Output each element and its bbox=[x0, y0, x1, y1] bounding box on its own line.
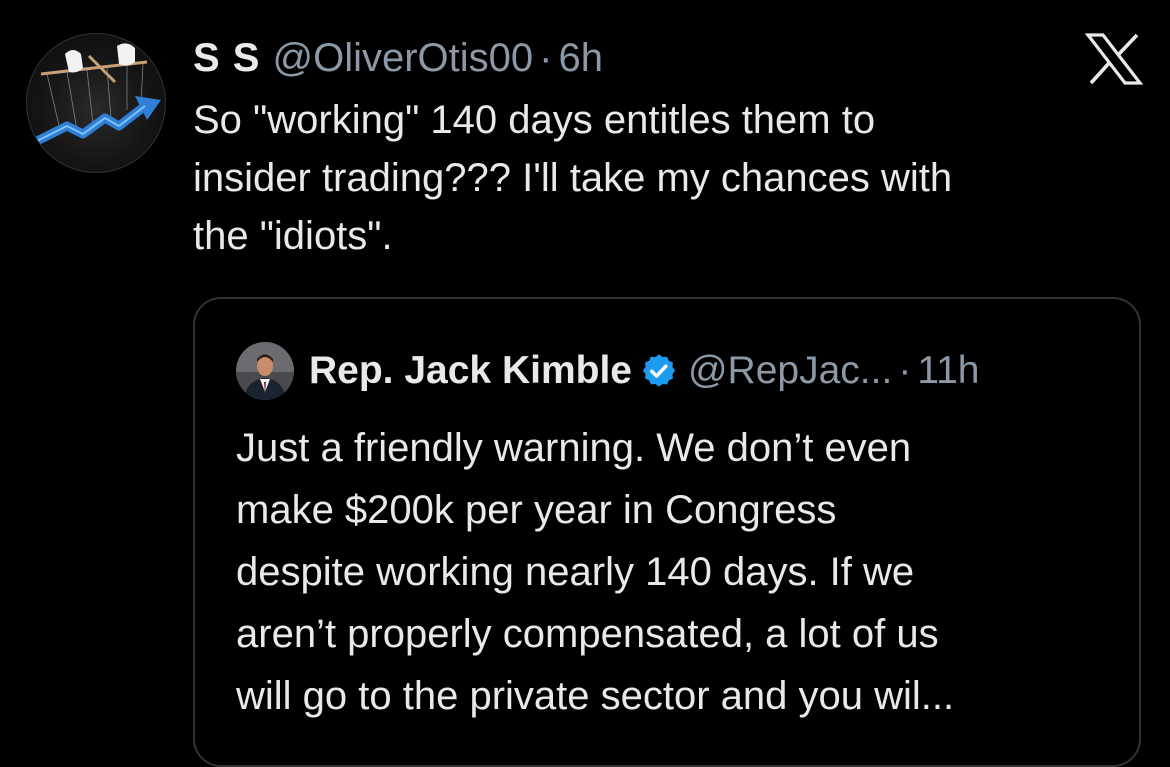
quoted-author-display-name[interactable]: Rep. Jack Kimble bbox=[309, 349, 632, 393]
quoted-tweet-timestamp[interactable]: 11h bbox=[917, 349, 979, 393]
quoted-tweet-card[interactable]: Rep. Jack Kimble @RepJac... · 11h Just a… bbox=[193, 297, 1141, 767]
tweet-text-line: So "working" 140 days entitles them to bbox=[193, 98, 876, 142]
man-in-suit-avatar[interactable] bbox=[236, 342, 294, 400]
separator-dot: · bbox=[898, 349, 912, 392]
separator-dot: · bbox=[539, 35, 553, 80]
tweet-header: S S @OliverOtis00 · 6h bbox=[193, 30, 603, 86]
quoted-tweet-header: Rep. Jack Kimble @RepJac... · 11h bbox=[309, 343, 980, 399]
quoted-author-handle[interactable]: @RepJac... bbox=[688, 349, 892, 393]
tweet-text-line: the "idiots". bbox=[193, 214, 393, 258]
quoted-tweet-text: Just a friendly warning. We don’t even m… bbox=[236, 417, 1116, 727]
quoted-text-line: will go to the private sector and you wi… bbox=[236, 674, 955, 718]
puppet-strings-chart-icon bbox=[32, 43, 161, 147]
quoted-text-line: aren’t properly compensated, a lot of us bbox=[236, 612, 939, 656]
quoted-text-line: make $200k per year in Congress bbox=[236, 488, 837, 532]
quoted-text-line: despite working nearly 140 days. If we bbox=[236, 550, 915, 594]
tweet: S S @OliverOtis00 · 6h So "working" 140 … bbox=[0, 0, 1170, 767]
author-handle[interactable]: @OliverOtis00 bbox=[272, 36, 533, 81]
author-display-name[interactable]: S S bbox=[193, 36, 260, 81]
x-logo-icon[interactable] bbox=[1084, 33, 1144, 85]
tweet-text-line: insider trading??? I'll take my chances … bbox=[193, 156, 953, 200]
tweet-text: So "working" 140 days entitles them to i… bbox=[193, 91, 1133, 265]
verified-badge-icon bbox=[640, 352, 678, 390]
tweet-timestamp[interactable]: 6h bbox=[558, 36, 603, 81]
quoted-text-line: Just a friendly warning. We don’t even bbox=[236, 426, 912, 470]
author-avatar[interactable] bbox=[26, 33, 166, 173]
